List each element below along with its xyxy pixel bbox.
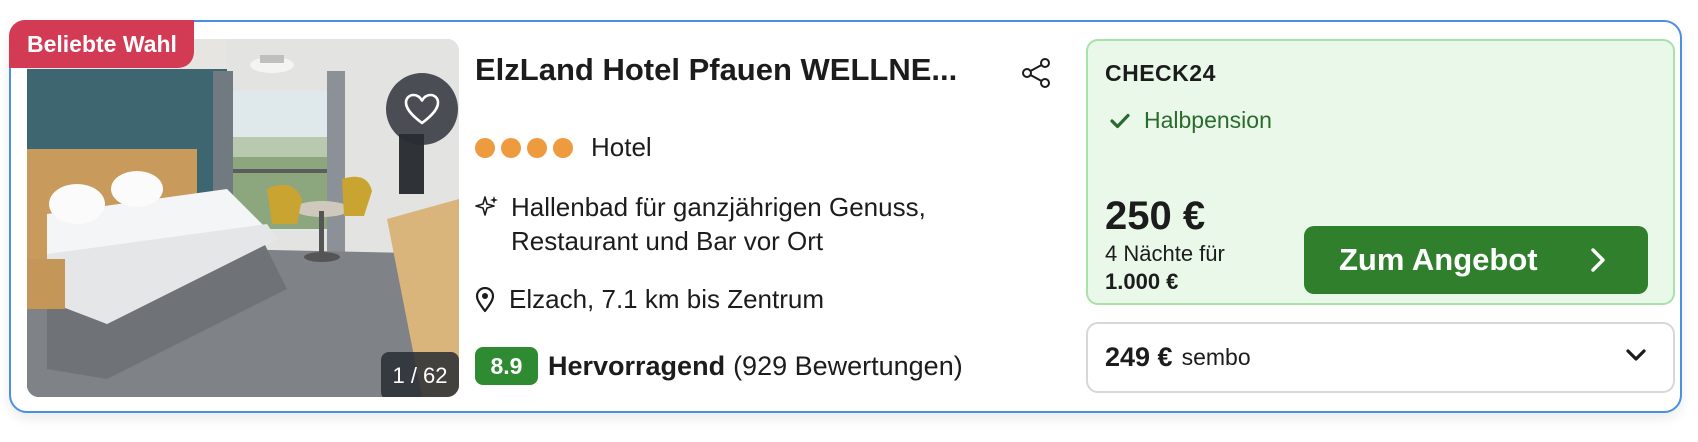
review-rating[interactable]: 8.9 Hervorragend (929 Bewertungen) — [475, 347, 963, 385]
share-icon — [1022, 58, 1050, 88]
location-pin-icon — [475, 286, 495, 312]
chevron-right-icon — [1591, 248, 1605, 272]
meal-plan: Halbpension — [1110, 107, 1272, 134]
highlight-line-1: Hallenbad für ganzjährigen Genuss, — [511, 192, 926, 222]
accommodation-type: Hotel — [591, 132, 652, 162]
chevron-down-icon — [1626, 349, 1646, 361]
hotel-location: Elzach, 7.1 km bis Zentrum — [475, 284, 824, 315]
rating-label: Hervorragend — [548, 350, 726, 381]
best-offer-panel[interactable]: CHECK24 Halbpension 250 € 4 Nächte für 1… — [1086, 39, 1675, 305]
meal-plan-text: Halbpension — [1144, 107, 1272, 133]
star-icon — [553, 137, 573, 158]
review-score-badge: 8.9 — [475, 347, 538, 385]
star-icon — [475, 137, 495, 158]
image-counter: 1 / 62 — [381, 352, 459, 397]
location-text: Elzach, 7.1 km bis Zentrum — [509, 284, 824, 314]
highlight-line-2: Restaurant und Bar vor Ort — [511, 226, 824, 256]
alternative-offer-dropdown[interactable]: 249 € sembo — [1086, 322, 1675, 393]
check-icon — [1110, 113, 1130, 128]
share-button[interactable] — [1019, 56, 1053, 90]
hotel-photo[interactable]: 1 / 62 — [27, 39, 459, 397]
sparkle-icon — [475, 196, 498, 216]
offer-provider: CHECK24 — [1105, 60, 1216, 86]
star-rating: Hotel — [475, 132, 652, 163]
popular-choice-badge: Beliebte Wahl — [9, 20, 194, 68]
offer-price: 250 € — [1105, 194, 1206, 238]
view-offer-button[interactable]: Zum Angebot — [1304, 226, 1648, 294]
view-offer-label: Zum Angebot — [1339, 242, 1538, 277]
heart-icon — [404, 93, 440, 125]
hotel-name[interactable]: ElzLand Hotel Pfauen WELLNE... — [475, 52, 995, 88]
alt-offer-price: 249 € — [1105, 342, 1173, 372]
star-icon — [527, 137, 547, 158]
alt-offer-provider: sembo — [1181, 344, 1251, 370]
review-count: (929 Bewertungen) — [733, 350, 963, 381]
favorite-button[interactable] — [386, 73, 458, 145]
hotel-card[interactable]: 1 / 62 Beliebte Wahl ElzLand Hotel Pfaue… — [9, 20, 1682, 413]
star-icon — [501, 137, 521, 158]
total-price: 1.000 € — [1105, 269, 1179, 294]
hotel-highlights: Hallenbad für ganzjährigen Genuss, Resta… — [475, 190, 926, 258]
nights-label: 4 Nächte für — [1105, 241, 1225, 266]
